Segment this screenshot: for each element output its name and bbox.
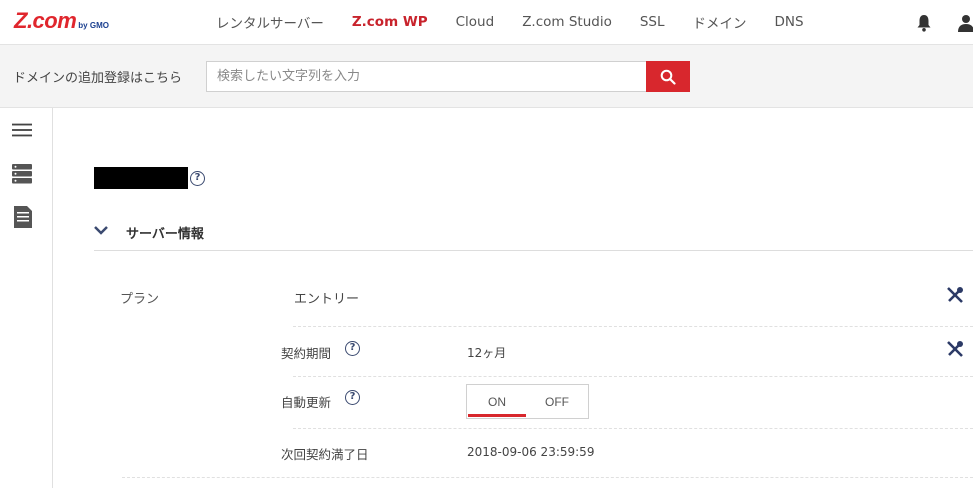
user-icon[interactable] [958, 14, 973, 32]
nav-item-zcom-studio[interactable]: Z.com Studio [522, 14, 612, 30]
plan-label: プラン [120, 292, 160, 307]
logo-text: Z.com [14, 8, 77, 33]
zcom-logo[interactable]: Z.com by GMO [14, 8, 109, 34]
toggle-off-option[interactable]: OFF [527, 385, 587, 418]
row-divider [293, 428, 973, 429]
row-divider [293, 376, 973, 377]
menu-icon[interactable] [12, 123, 32, 137]
bell-icon[interactable] [916, 14, 932, 32]
document-icon[interactable] [13, 206, 33, 228]
domain-search-bar: ドメインの追加登録はこちら 検索したい文字列を入力 [0, 44, 973, 108]
main-content: ? サーバー情報 プラン エントリー 契約期間 ? 12ヶ月 自動更新 ? ON… [54, 108, 973, 488]
contract-period-value: 12ヶ月 [467, 346, 507, 360]
auto-renew-toggle[interactable]: ON OFF [466, 384, 589, 419]
toggle-on-option[interactable]: ON [467, 385, 527, 418]
tools-icon[interactable] [946, 286, 964, 304]
search-button[interactable] [646, 61, 690, 92]
search-label: ドメインの追加登録はこちら [13, 71, 183, 86]
nav-item-dns[interactable]: DNS [775, 14, 804, 30]
contract-period-label: 契約期間 [281, 346, 332, 361]
auto-renew-label: 自動更新 [281, 395, 332, 410]
search-input[interactable]: 検索したい文字列を入力 [206, 61, 647, 92]
server-info-section-header[interactable]: サーバー情報 [94, 219, 973, 251]
tools-icon[interactable] [946, 340, 964, 358]
help-icon[interactable]: ? [345, 341, 360, 356]
plan-value: エントリー [294, 292, 360, 307]
help-icon[interactable]: ? [190, 171, 205, 186]
nav-item-zcom-wp[interactable]: Z.com WP [352, 14, 428, 30]
next-expiry-value: 2018-09-06 23:59:59 [467, 445, 595, 459]
sidebar [0, 108, 53, 488]
top-navigation: Z.com by GMO レンタルサーバー Z.com WP Cloud Z.c… [0, 0, 973, 44]
next-expiry-label: 次回契約満了日 [281, 447, 369, 462]
row-divider [122, 477, 973, 478]
server-icon[interactable] [12, 164, 32, 184]
nav-item-cloud[interactable]: Cloud [456, 14, 495, 30]
logo-subtext: by GMO [78, 21, 109, 30]
help-icon[interactable]: ? [345, 390, 360, 405]
section-title: サーバー情報 [126, 227, 204, 242]
nav-item-domain[interactable]: ドメイン [693, 12, 747, 32]
nav-menu: レンタルサーバー Z.com WP Cloud Z.com Studio SSL… [216, 0, 832, 44]
row-divider [293, 326, 973, 327]
search-icon [660, 69, 676, 85]
chevron-down-icon [94, 226, 108, 235]
nav-item-rental-server[interactable]: レンタルサーバー [216, 12, 324, 32]
server-name-redacted [94, 167, 188, 189]
nav-item-ssl[interactable]: SSL [640, 14, 665, 30]
